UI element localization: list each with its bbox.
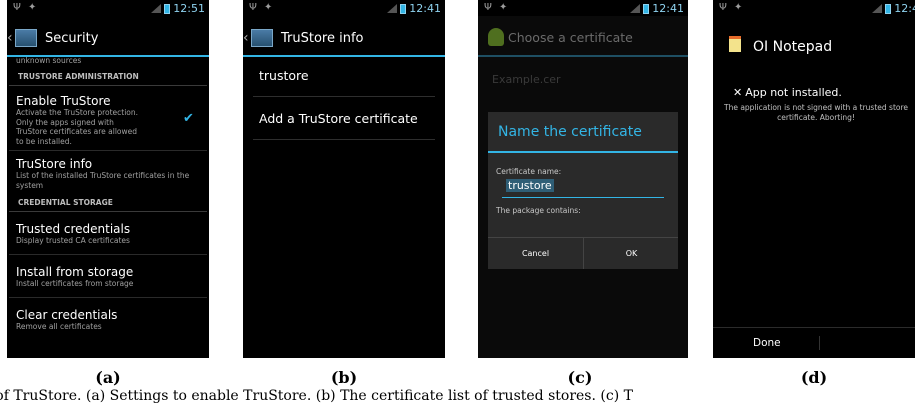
pref-enable-trustore[interactable]: Enable TruStore Activate the TruStore pr… [7,86,209,150]
list-item-certificate[interactable]: trustore [259,68,309,83]
status-bar: Ψ ✦ 12:41 [478,0,688,16]
category-credential-storage: CREDENTIAL STORAGE [9,195,207,212]
dialog-title-divider [488,151,678,153]
action-bar-divider [243,55,445,57]
partial-summary: unknown sources [16,56,82,65]
pref-summary: Display trusted CA certificates [16,236,130,245]
clock: 12:41 [409,2,441,15]
pref-summary: Activate the TruStore protection. Only t… [16,108,139,146]
pref-title: Enable TruStore [16,94,111,108]
battery-icon [400,3,407,14]
pref-title: TruStore info [16,157,93,171]
ok-button[interactable]: OK [584,238,679,269]
cancel-button[interactable]: Cancel [488,238,583,269]
screen-a-security-settings: Ψ ✦ 12:51 ‹ Security unknown sources TRU… [7,0,209,358]
notepad-app-icon [729,36,741,52]
pref-summary: Remove all certificates [16,322,102,331]
status-bar: Ψ ✦ 12:41 [243,0,445,16]
certificate-name-label: Certificate name: [496,167,562,176]
package-contains-label: The package contains: [496,206,581,215]
panel-label-b: (b) [330,368,358,387]
app-title: OI Notepad [753,39,833,55]
screen-c-name-certificate: Ψ ✦ 12:41 Choose a certificate Example.c… [478,0,688,358]
pref-summary: List of the installed TruStore certifica… [16,171,190,190]
signal-icon [151,4,162,13]
checkbox-checked-icon[interactable]: ✔ [183,112,194,125]
back-chevron-icon[interactable]: ‹ [7,30,15,46]
pref-title: Install from storage [16,265,134,279]
input-underline [502,197,664,198]
page-title: TruStore info [281,30,364,46]
not-installed-heading: ✕ App not installed. [733,86,842,99]
pref-install-from-storage[interactable]: Install from storage Install certificate… [7,255,209,297]
panel-label-d: (d) [800,368,828,387]
button-bar: Done [713,327,915,358]
usb-notification-icon: Ψ ✦ [249,2,275,13]
heading-text: App not installed. [745,86,842,99]
button-divider [819,336,820,350]
page-title: Security [45,30,99,46]
chooser-title: Choose a certificate [508,30,633,45]
category-trustore-admin: TRUSTORE ADMINISTRATION [9,69,207,86]
signal-icon [872,4,883,13]
battery-icon [643,3,650,14]
status-bar: Ψ ✦ 12:4 [713,0,915,16]
divider [253,96,435,97]
action-bar[interactable]: ‹ TruStore info [243,22,445,54]
clock: 12:51 [173,2,205,15]
pref-trustore-info[interactable]: TruStore info List of the installed TruS… [7,151,209,195]
settings-app-icon [251,29,273,47]
usb-notification-icon: Ψ ✦ [719,2,745,13]
panel-label-a: (a) [95,368,121,387]
usb-notification-icon: Ψ ✦ [484,2,510,13]
settings-list: unknown sources TRUSTORE ADMINISTRATION … [7,57,209,340]
clock: 12:41 [652,2,684,15]
divider [253,139,435,140]
dialog-title: Name the certificate [498,124,642,140]
figure-caption: ts of TruStore. (a) Settings to enable T… [0,388,633,404]
action-bar-divider [478,55,688,57]
list-item-add-certificate[interactable]: Add a TruStore certificate [259,111,418,126]
done-button[interactable]: Done [753,337,781,349]
pref-title: Trusted credentials [16,222,131,236]
android-app-icon [488,28,504,46]
pref-clear-credentials[interactable]: Clear credentials Remove all certificate… [7,298,209,340]
certificate-name-input[interactable]: trustore [506,179,554,192]
clock: 12:4 [894,2,915,15]
close-x-icon: ✕ [733,86,743,99]
usb-notification-icon: Ψ ✦ [13,2,39,13]
settings-app-icon [15,29,37,47]
name-certificate-dialog: Name the certificate Certificate name: t… [488,112,678,269]
panel-label-c: (c) [567,368,593,387]
screen-b-trustore-info: Ψ ✦ 12:41 ‹ TruStore info trustore Add a… [243,0,445,358]
pref-summary: Install certificates from storage [16,279,134,288]
status-bar: Ψ ✦ 12:51 [7,0,209,16]
error-message: The application is not signed with a tru… [723,103,909,122]
signal-icon [630,4,641,13]
screen-d-app-not-installed: Ψ ✦ 12:4 OI Notepad ✕App not installed. … [713,0,915,358]
signal-icon [387,4,398,13]
back-chevron-icon[interactable]: ‹ [243,30,251,46]
battery-icon [164,3,171,14]
action-bar[interactable]: ‹ Security [7,22,209,54]
file-list-item[interactable]: Example.cer [492,73,561,86]
pref-trusted-credentials[interactable]: Trusted credentials Display trusted CA c… [7,212,209,254]
battery-icon [885,3,892,14]
pref-title: Clear credentials [16,308,118,322]
